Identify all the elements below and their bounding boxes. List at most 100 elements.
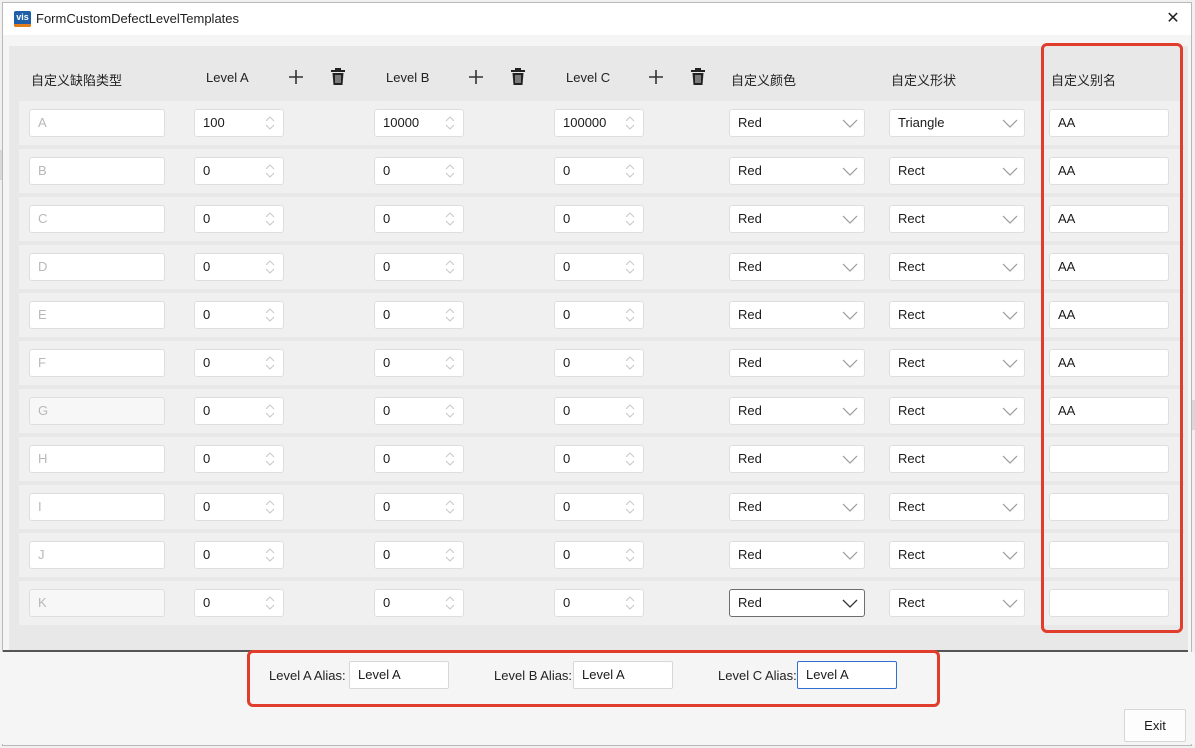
level-b-spinbox[interactable]: 10000 (374, 109, 464, 137)
spinner-arrows-icon (445, 116, 455, 130)
chevron-down-icon (1002, 263, 1018, 272)
level-a-spinbox[interactable]: 0 (194, 157, 284, 185)
level-b-spinbox[interactable]: 0 (374, 541, 464, 569)
level-a-spinbox[interactable]: 0 (194, 589, 284, 617)
chevron-down-icon (1002, 359, 1018, 368)
shape-value: Rect (898, 211, 925, 226)
level-a-spinbox[interactable]: 0 (194, 349, 284, 377)
color-value: Red (738, 307, 762, 322)
level-c-spinbox[interactable]: 0 (554, 301, 644, 329)
color-combobox[interactable]: Red (729, 397, 865, 425)
exit-button[interactable]: Exit (1124, 709, 1186, 742)
shape-combobox[interactable]: Rect (889, 301, 1025, 329)
spinner-arrows-icon (625, 260, 635, 274)
level-b-spinbox[interactable]: 0 (374, 493, 464, 521)
color-combobox[interactable]: Red (729, 541, 865, 569)
spinner-arrows-icon (265, 548, 275, 562)
defect-type-field[interactable]: H (29, 445, 165, 473)
close-button[interactable]: ✕ (1161, 7, 1185, 31)
shape-combobox[interactable]: Rect (889, 349, 1025, 377)
level-a-spinbox[interactable]: 0 (194, 301, 284, 329)
defect-type-field[interactable]: A (29, 109, 165, 137)
defect-type-field[interactable]: F (29, 349, 165, 377)
level-a-spinbox[interactable]: 0 (194, 493, 284, 521)
spinner-arrows-icon (625, 596, 635, 610)
window-title: FormCustomDefectLevelTemplates (36, 11, 240, 26)
delete-level-c-button[interactable] (690, 68, 708, 86)
shape-value: Rect (898, 499, 925, 514)
level-c-spinbox[interactable]: 0 (554, 253, 644, 281)
table-row: B 0 0 0 Red Rect AA (19, 149, 1184, 193)
level-a-spinbox[interactable]: 0 (194, 397, 284, 425)
spinner-arrows-icon (265, 260, 275, 274)
shape-combobox[interactable]: Rect (889, 253, 1025, 281)
spinner-arrows-icon (625, 116, 635, 130)
plus-icon (289, 70, 303, 84)
color-value: Red (738, 211, 762, 226)
level-b-value: 0 (383, 259, 391, 274)
shape-combobox[interactable]: Triangle (889, 109, 1025, 137)
header-custom-color: 自定义颜色 (731, 73, 797, 88)
level-c-spinbox[interactable]: 0 (554, 445, 644, 473)
level-b-value: 0 (383, 163, 391, 178)
defect-type-field[interactable]: K (29, 589, 165, 617)
level-b-spinbox[interactable]: 0 (374, 253, 464, 281)
level-b-spinbox[interactable]: 0 (374, 445, 464, 473)
level-c-spinbox[interactable]: 0 (554, 493, 644, 521)
spinner-arrows-icon (625, 500, 635, 514)
level-b-spinbox[interactable]: 0 (374, 205, 464, 233)
spinner-arrows-icon (265, 404, 275, 418)
defect-type-field[interactable]: B (29, 157, 165, 185)
shape-combobox[interactable]: Rect (889, 445, 1025, 473)
level-b-spinbox[interactable]: 0 (374, 397, 464, 425)
defect-type-field[interactable]: E (29, 301, 165, 329)
level-b-spinbox[interactable]: 0 (374, 157, 464, 185)
defect-type-field[interactable]: D (29, 253, 165, 281)
shape-combobox[interactable]: Rect (889, 493, 1025, 521)
defect-type-field[interactable]: C (29, 205, 165, 233)
shape-combobox[interactable]: Rect (889, 397, 1025, 425)
level-b-spinbox[interactable]: 0 (374, 589, 464, 617)
spinner-arrows-icon (445, 164, 455, 178)
level-a-spinbox[interactable]: 0 (194, 205, 284, 233)
level-c-spinbox[interactable]: 100000 (554, 109, 644, 137)
add-level-c-button[interactable] (647, 68, 665, 86)
level-b-spinbox[interactable]: 0 (374, 349, 464, 377)
shape-combobox[interactable]: Rect (889, 205, 1025, 233)
chevron-down-icon (1002, 407, 1018, 416)
delete-level-b-button[interactable] (510, 68, 528, 86)
level-b-spinbox[interactable]: 0 (374, 301, 464, 329)
delete-level-a-button[interactable] (330, 68, 348, 86)
level-b-value: 0 (383, 307, 391, 322)
chevron-down-icon (842, 311, 858, 320)
color-combobox[interactable]: Red (729, 253, 865, 281)
defect-type-field[interactable]: I (29, 493, 165, 521)
defect-type-field[interactable]: G (29, 397, 165, 425)
color-combobox[interactable]: Red (729, 157, 865, 185)
level-a-spinbox[interactable]: 0 (194, 541, 284, 569)
color-combobox[interactable]: Red (729, 589, 865, 617)
level-c-spinbox[interactable]: 0 (554, 397, 644, 425)
add-level-a-button[interactable] (287, 68, 305, 86)
level-a-spinbox[interactable]: 0 (194, 445, 284, 473)
level-c-spinbox[interactable]: 0 (554, 157, 644, 185)
color-combobox[interactable]: Red (729, 493, 865, 521)
color-combobox[interactable]: Red (729, 349, 865, 377)
level-c-value: 0 (563, 403, 571, 418)
defect-type-field[interactable]: J (29, 541, 165, 569)
level-a-spinbox[interactable]: 100 (194, 109, 284, 137)
color-combobox[interactable]: Red (729, 109, 865, 137)
color-combobox[interactable]: Red (729, 301, 865, 329)
add-level-b-button[interactable] (467, 68, 485, 86)
level-c-spinbox[interactable]: 0 (554, 205, 644, 233)
shape-combobox[interactable]: Rect (889, 541, 1025, 569)
level-a-spinbox[interactable]: 0 (194, 253, 284, 281)
app-icon: vis (14, 11, 31, 27)
level-c-spinbox[interactable]: 0 (554, 589, 644, 617)
shape-combobox[interactable]: Rect (889, 157, 1025, 185)
level-c-spinbox[interactable]: 0 (554, 541, 644, 569)
color-combobox[interactable]: Red (729, 205, 865, 233)
color-combobox[interactable]: Red (729, 445, 865, 473)
shape-combobox[interactable]: Rect (889, 589, 1025, 617)
level-c-spinbox[interactable]: 0 (554, 349, 644, 377)
